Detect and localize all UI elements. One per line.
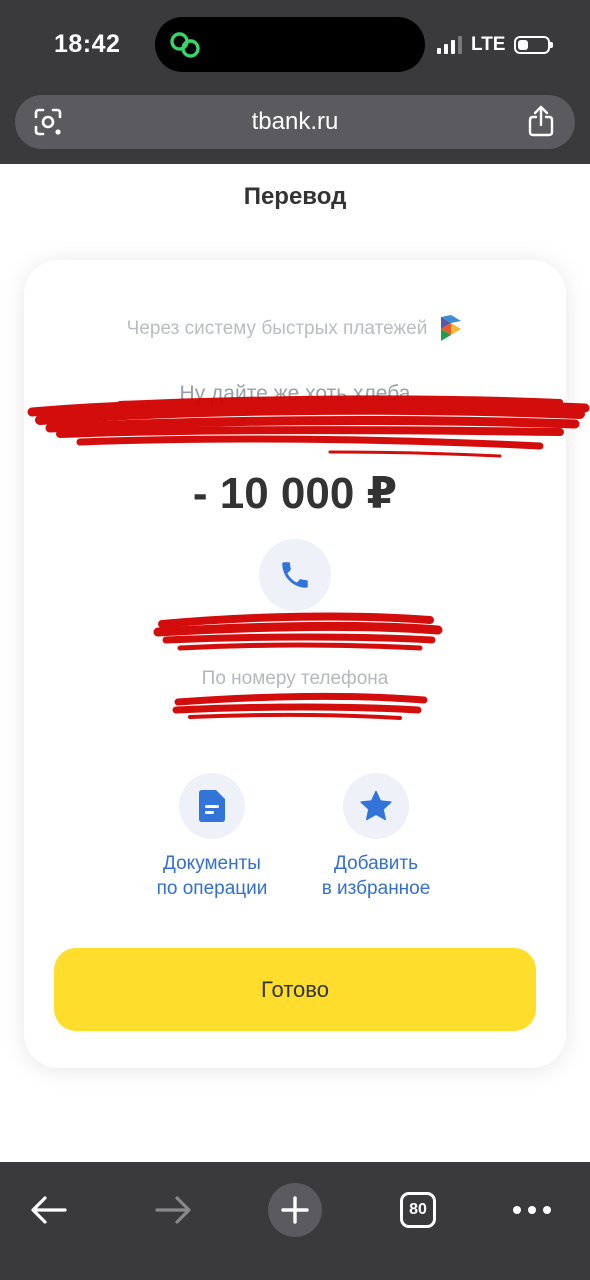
- arrow-right-icon: [155, 1196, 191, 1224]
- more-button[interactable]: [510, 1180, 554, 1240]
- dynamic-island: [155, 17, 425, 72]
- forward-button[interactable]: [146, 1180, 200, 1240]
- more-dots-icon: [513, 1206, 551, 1214]
- transfer-receipt-card: Через систему быстрых платежей Ну дайте …: [24, 260, 566, 1068]
- address-bar[interactable]: tbank.ru: [15, 95, 575, 149]
- favorites-label[interactable]: Добавить в избранное: [286, 851, 466, 901]
- transfer-amount: - 10 000 ₽: [192, 469, 398, 518]
- transfer-method-label: По номеру телефона: [201, 668, 389, 689]
- sbp-logo-icon: [441, 315, 462, 341]
- documents-label[interactable]: Документы по операции: [122, 851, 302, 901]
- share-icon[interactable]: [527, 105, 555, 137]
- page-title: Перевод: [243, 183, 347, 210]
- battery-icon: [514, 36, 554, 54]
- arrow-left-icon: [31, 1196, 67, 1224]
- document-icon: [199, 790, 225, 822]
- network-type: LTE: [471, 34, 506, 55]
- back-button[interactable]: [22, 1180, 76, 1240]
- done-button[interactable]: Готово: [54, 948, 536, 1031]
- add-to-favorites-button[interactable]: Добавить в избранное: [286, 773, 466, 901]
- payment-system-row: Через систему быстрых платежей: [24, 315, 566, 343]
- documents-icon-circle[interactable]: [179, 773, 245, 839]
- status-indicators: LTE: [437, 33, 554, 57]
- signal-icon: [437, 36, 462, 54]
- new-tab-button[interactable]: [268, 1180, 322, 1240]
- star-icon: [360, 790, 392, 821]
- plus-circle[interactable]: [268, 1183, 322, 1237]
- favorites-icon-circle[interactable]: [343, 773, 409, 839]
- transfer-message: Ну дайте же хоть хлеба: [179, 382, 411, 405]
- tab-count[interactable]: 80: [400, 1192, 436, 1228]
- chain-link-icon: [170, 32, 200, 58]
- status-time: 18:42: [54, 30, 121, 58]
- operation-documents-button[interactable]: Документы по операции: [122, 773, 302, 901]
- tabs-button[interactable]: 80: [399, 1180, 437, 1240]
- payment-system-label: Через систему быстрых платежей: [126, 318, 428, 339]
- browser-bottom-toolbar: 80: [0, 1162, 590, 1280]
- url-text[interactable]: tbank.ru: [15, 108, 575, 136]
- phone-method-badge: [259, 539, 331, 611]
- browser-top-chrome: 18:42 LTE tbank.ru: [0, 0, 590, 164]
- phone-icon: [282, 562, 308, 588]
- plus-icon: [281, 1196, 309, 1224]
